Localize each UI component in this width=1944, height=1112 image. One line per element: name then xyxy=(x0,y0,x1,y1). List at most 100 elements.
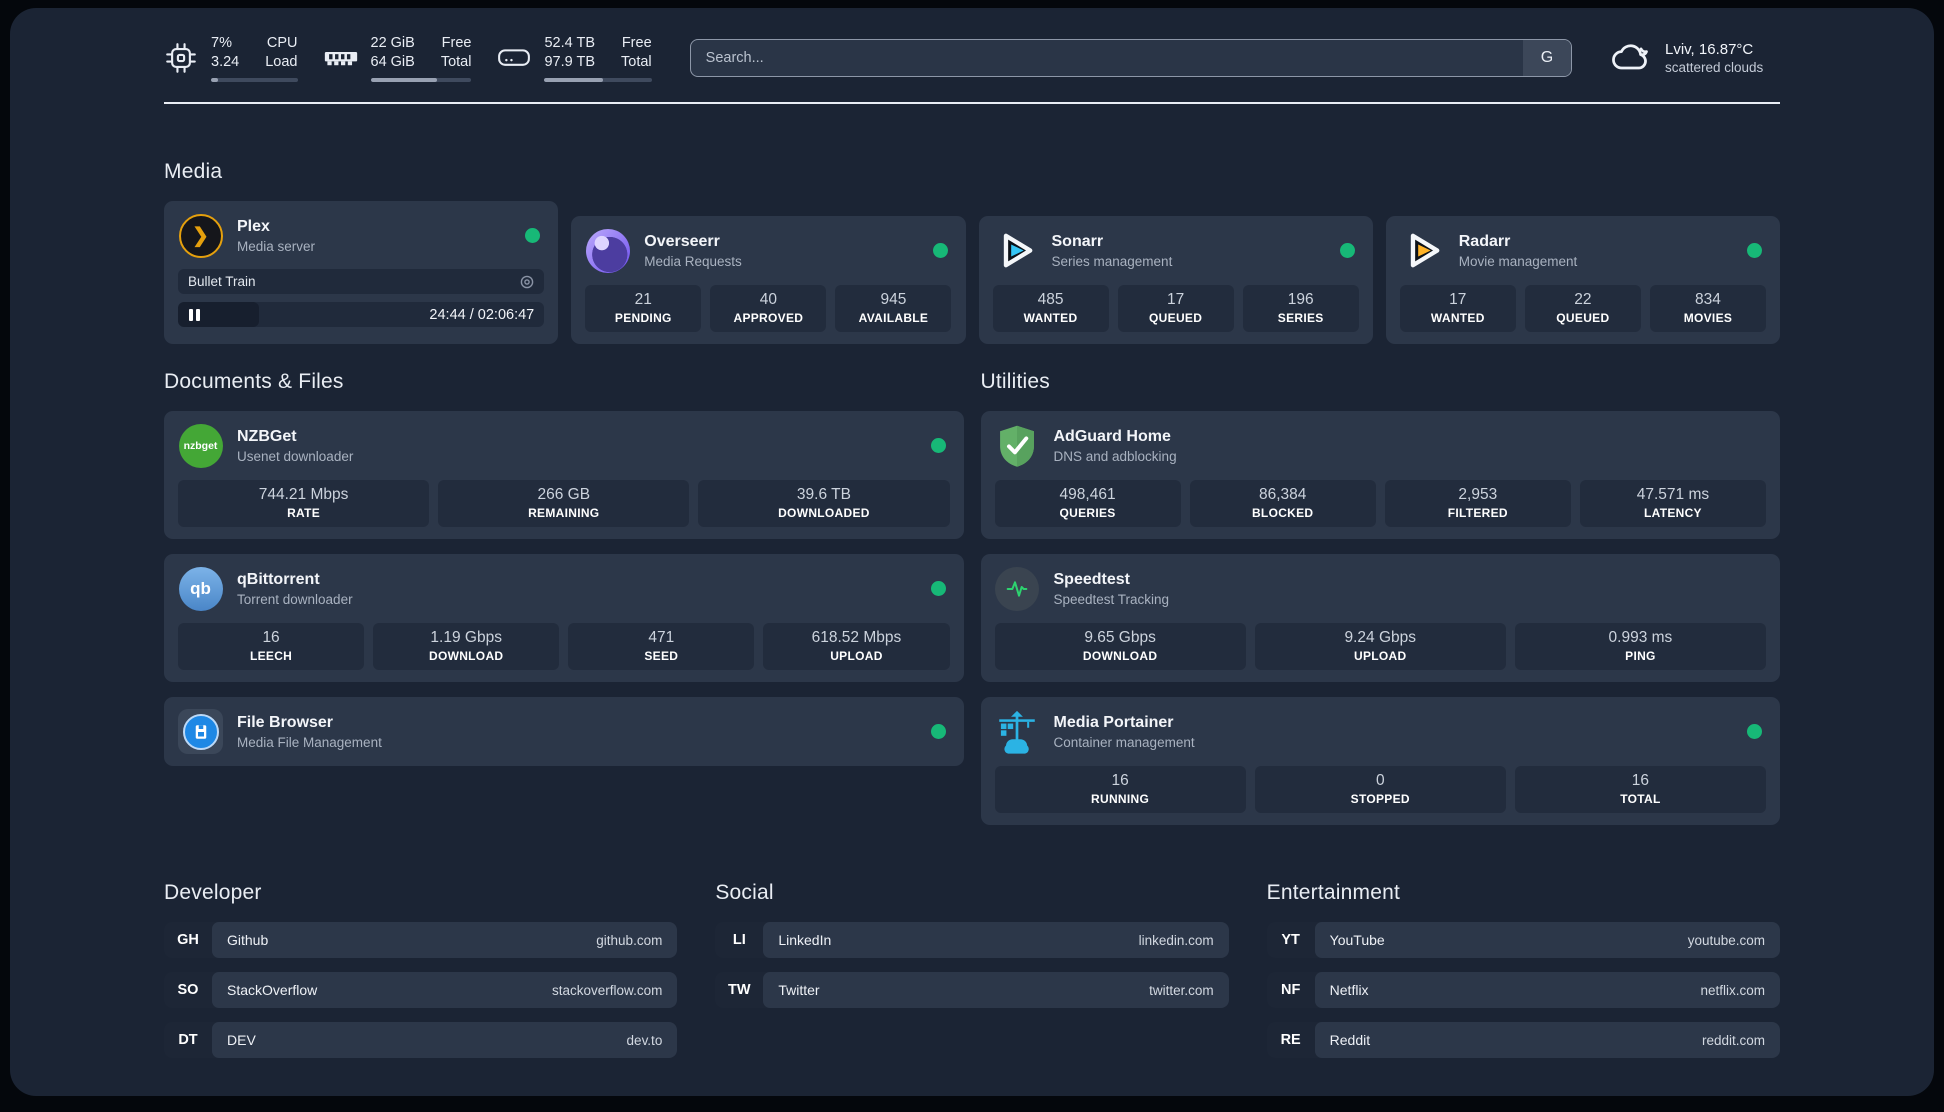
qbittorrent-stat-leech: 16 LEECH xyxy=(178,623,365,671)
weather-location-temp: Lviv, 16.87°C xyxy=(1665,41,1754,59)
link-reddit[interactable]: RE Reddit reddit.com xyxy=(1266,1022,1780,1059)
qbittorrent-title: qBittorrent xyxy=(237,570,320,588)
plex-title: Plex xyxy=(237,217,270,235)
qbittorrent-card[interactable]: qb qBittorrent Torrent downloader 16 LEE… xyxy=(164,554,964,683)
twitter-tag: TW xyxy=(728,982,751,999)
portainer-icon xyxy=(995,709,1040,754)
plex-subtitle: Media server xyxy=(237,238,316,254)
section-title-social: Social xyxy=(715,881,774,905)
section-title-entertainment: Entertainment xyxy=(1266,881,1400,905)
linkedin-tag: LI xyxy=(732,932,746,949)
link-twitter[interactable]: TW Twitter twitter.com xyxy=(715,972,1229,1009)
twitter-name: Twitter xyxy=(778,982,820,999)
github-name: Github xyxy=(227,932,269,949)
netflix-tag: NF xyxy=(1280,982,1301,999)
radarr-title: Radarr xyxy=(1458,232,1511,250)
link-stackoverflow[interactable]: SO StackOverflow stackoverflow.com xyxy=(164,972,678,1009)
filebrowser-card[interactable]: File Browser Media File Management xyxy=(164,697,964,767)
disk-icon xyxy=(497,41,531,75)
portainer-subtitle: Container management xyxy=(1053,734,1195,750)
ram-icon xyxy=(324,41,358,75)
section-title-developer: Developer xyxy=(164,881,262,905)
pause-button[interactable] xyxy=(189,308,200,321)
section-title-documents: Documents & Files xyxy=(164,370,344,394)
nzbget-subtitle: Usenet downloader xyxy=(237,448,354,464)
nzbget-stat-downloaded: 39.6 TB DOWNLOADED xyxy=(698,480,950,528)
disk-progress-fill xyxy=(544,77,604,83)
portainer-card[interactable]: Media Portainer Container management 16 … xyxy=(980,697,1780,826)
netflix-url: netflix.com xyxy=(1700,982,1765,998)
linkedin-url: linkedin.com xyxy=(1138,932,1214,948)
cpu-icon xyxy=(164,41,198,75)
plex-card[interactable]: ❯ Plex Media server Bullet Train 24:44 /… xyxy=(164,201,559,345)
link-netflix[interactable]: NF Netflix netflix.com xyxy=(1266,972,1780,1009)
filebrowser-icon xyxy=(178,709,223,755)
reddit-url: reddit.com xyxy=(1701,1032,1765,1048)
adguard-stat-queries: 498,461 QUERIES xyxy=(994,480,1181,528)
linkedin-name: LinkedIn xyxy=(778,932,832,949)
cpu-progress-bar xyxy=(211,77,298,83)
adguard-subtitle: DNS and adblocking xyxy=(1053,448,1177,464)
weather-widget: Lviv, 16.87°C scattered clouds xyxy=(1610,41,1780,75)
overseerr-card[interactable]: Overseerr Media Requests 21 PENDING 40 A… xyxy=(571,216,966,345)
documents-column: Documents & Files nzbget NZBGet Usenet d… xyxy=(164,344,964,767)
developer-links-column: Developer GH Github github.com SO StackO… xyxy=(164,825,678,1072)
speedtest-title: Speedtest xyxy=(1053,570,1130,588)
search-bar: G xyxy=(689,39,1572,78)
weather-condition: scattered clouds xyxy=(1665,60,1764,76)
radarr-icon xyxy=(1400,228,1445,273)
nzbget-stat-remaining: 266 GB REMAINING xyxy=(438,480,690,528)
reddit-name: Reddit xyxy=(1329,1032,1371,1049)
disk-progress-bar xyxy=(544,77,652,83)
adguard-stat-latency: 47.571 ms LATENCY xyxy=(1579,480,1766,528)
qbittorrent-stat-seed: 471 SEED xyxy=(568,623,755,671)
link-github[interactable]: GH Github github.com xyxy=(164,922,678,959)
link-linkedin[interactable]: LI LinkedIn linkedin.com xyxy=(715,922,1229,959)
adguard-stat-filtered: 2,953 FILTERED xyxy=(1384,480,1571,528)
qbittorrent-status-dot xyxy=(930,581,946,597)
radarr-card[interactable]: Radarr Movie management 17 WANTED 22 QUE… xyxy=(1385,216,1780,345)
speedtest-card[interactable]: Speedtest Speedtest Tracking 9.65 Gbps D… xyxy=(980,554,1780,683)
filebrowser-subtitle: Media File Management xyxy=(237,734,382,750)
nzbget-title: NZBGet xyxy=(237,427,297,445)
dashboard: 7% 3.24 CPU Load 22 GiB 64 GiB Free Tota… xyxy=(10,8,1934,1096)
radarr-stat-queued: 22 QUEUED xyxy=(1524,285,1641,333)
stackoverflow-tag: SO xyxy=(177,982,199,999)
filebrowser-title: File Browser xyxy=(237,713,334,731)
ram-stat: 22 GiB 64 GiB Free Total xyxy=(324,34,472,83)
adguard-card[interactable]: AdGuard Home DNS and adblocking 498,461 … xyxy=(980,411,1780,540)
overseerr-stat-approved: 40 APPROVED xyxy=(710,285,827,333)
speedtest-stat-ping: 0.993 ms PING xyxy=(1514,623,1767,671)
nzbget-card[interactable]: nzbget NZBGet Usenet downloader 744.21 M… xyxy=(164,411,964,540)
link-youtube[interactable]: YT YouTube youtube.com xyxy=(1266,922,1780,959)
social-links-column: Social LI LinkedIn linkedin.com TW Twitt… xyxy=(715,825,1229,1022)
github-url: github.com xyxy=(596,932,663,948)
cpu-load-value: 3.24 xyxy=(211,53,240,70)
ram-progress-bar xyxy=(370,77,472,83)
plex-now-playing-row: Bullet Train xyxy=(178,269,545,295)
dev-url: dev.to xyxy=(626,1032,663,1048)
cpu-usage-value: 7% xyxy=(211,35,232,51)
nzbget-stat-rate: 744.21 Mbps RATE xyxy=(178,480,430,528)
qbittorrent-stat-upload: 618.52 Mbps UPLOAD xyxy=(763,623,950,671)
cpu-load-label: Load xyxy=(265,53,298,70)
disk-total-label: Total xyxy=(621,53,652,70)
search-input[interactable] xyxy=(690,40,1523,77)
search-engine-button[interactable]: G xyxy=(1523,40,1571,77)
speedtest-stat-download: 9.65 Gbps DOWNLOAD xyxy=(994,623,1246,671)
entertainment-links-column: Entertainment YT YouTube youtube.com NF … xyxy=(1266,825,1780,1072)
github-tag: GH xyxy=(177,932,199,949)
top-bar: 7% 3.24 CPU Load 22 GiB 64 GiB Free Tota… xyxy=(164,8,1780,83)
sonarr-status-dot xyxy=(1339,243,1355,259)
qbittorrent-stat-download: 1.19 Gbps DOWNLOAD xyxy=(373,623,560,671)
twitter-url: twitter.com xyxy=(1149,982,1214,998)
portainer-stat-stopped: 0 STOPPED xyxy=(1254,766,1506,814)
sonarr-title: Sonarr xyxy=(1051,232,1104,250)
cpu-stat: 7% 3.24 CPU Load xyxy=(164,34,298,83)
radarr-subtitle: Movie management xyxy=(1458,253,1578,269)
link-dev[interactable]: DT DEV dev.to xyxy=(164,1022,678,1059)
sonarr-icon xyxy=(993,228,1038,273)
sonarr-card[interactable]: Sonarr Series management 485 WANTED 17 Q… xyxy=(978,216,1373,345)
qbittorrent-icon: qb xyxy=(178,566,223,611)
ram-total-value: 64 GiB xyxy=(370,53,415,70)
